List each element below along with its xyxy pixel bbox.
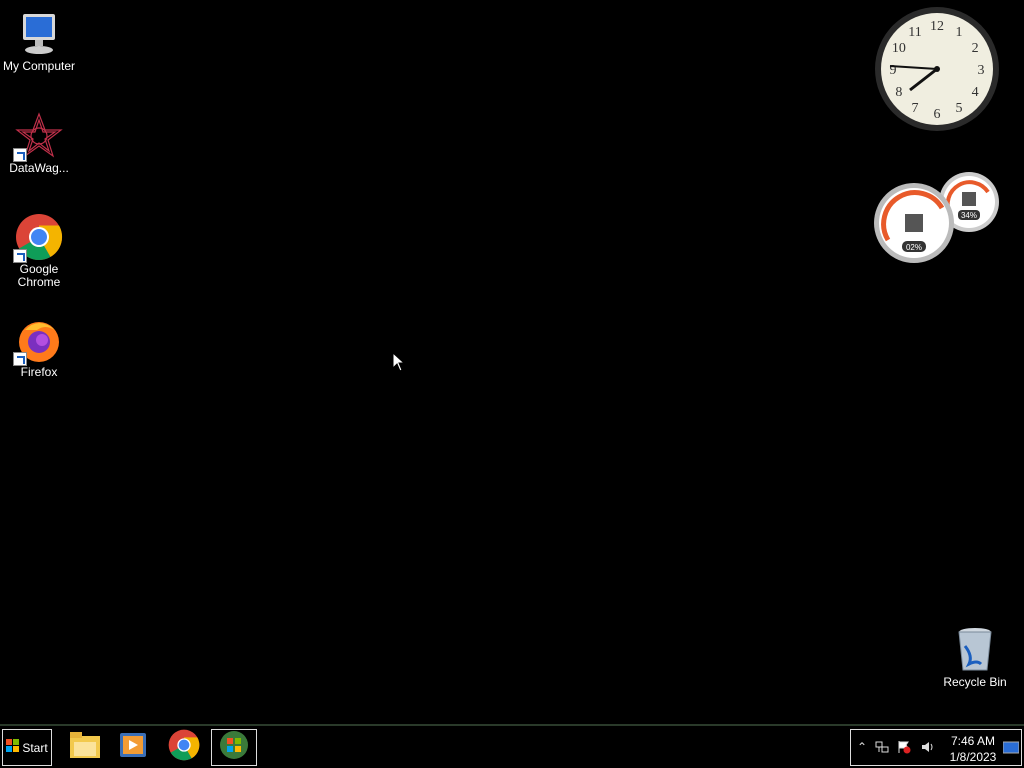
cpu-meter-gadget[interactable]: 34% 02% bbox=[872, 170, 1000, 266]
taskbar-chrome[interactable] bbox=[161, 729, 207, 766]
icon-label: DataWag... bbox=[9, 161, 69, 175]
datawag-icon bbox=[13, 112, 63, 162]
start-button[interactable]: Start bbox=[2, 729, 52, 766]
chrome-icon bbox=[13, 213, 63, 263]
clock-numeral: 10 bbox=[892, 41, 906, 56]
firefox-icon bbox=[13, 316, 63, 366]
windows-logo-icon bbox=[6, 739, 20, 756]
icon-label: My Computer bbox=[2, 59, 76, 73]
tray-time[interactable]: 7:46 AM bbox=[943, 734, 1003, 748]
taskbar-media-player[interactable] bbox=[110, 729, 156, 766]
clock-numeral: 6 bbox=[934, 107, 941, 122]
desktop-icon-google-chrome[interactable]: Google Chrome bbox=[0, 213, 78, 289]
shortcut-arrow-icon bbox=[13, 148, 27, 162]
tray-date[interactable]: 1/8/2023 bbox=[943, 750, 1003, 764]
volume-icon[interactable] bbox=[921, 740, 935, 757]
desktop-icon-datawag[interactable]: DataWag... bbox=[0, 112, 78, 175]
desktop-icon-firefox[interactable]: Firefox bbox=[0, 316, 78, 379]
desktop-icon-recycle-bin[interactable]: Recycle Bin bbox=[936, 626, 1014, 689]
cpu-percent: 02% bbox=[906, 243, 922, 252]
clock-numeral: 1 bbox=[956, 25, 963, 40]
show-desktop-icon[interactable] bbox=[1002, 741, 1020, 758]
icon-label: Recycle Bin bbox=[943, 675, 1007, 689]
clock-numeral: 2 bbox=[972, 41, 979, 56]
icon-label: Google Chrome bbox=[17, 262, 61, 289]
mouse-cursor-icon bbox=[392, 351, 406, 377]
shortcut-arrow-icon bbox=[13, 249, 27, 263]
clock-numeral: 8 bbox=[895, 85, 902, 100]
recycle-bin-icon bbox=[951, 626, 999, 674]
network-icon[interactable] bbox=[875, 740, 889, 757]
taskbar-file-explorer[interactable] bbox=[62, 729, 108, 766]
taskbar-windows-app[interactable] bbox=[211, 729, 257, 766]
shortcut-arrow-icon bbox=[13, 352, 27, 366]
clock-numeral: 4 bbox=[972, 85, 979, 100]
file-explorer-icon bbox=[68, 730, 102, 765]
windows-icon bbox=[219, 730, 249, 765]
clock-numeral: 3 bbox=[978, 63, 985, 78]
system-tray: ⌃ 7:46 AM 1/8/2023 bbox=[850, 729, 1022, 766]
clock-numeral: 11 bbox=[908, 25, 921, 40]
clock-numeral: 12 bbox=[930, 19, 944, 34]
show-hidden-icons-icon[interactable]: ⌃ bbox=[857, 740, 867, 754]
computer-icon bbox=[15, 10, 63, 58]
icon-label: Firefox bbox=[20, 365, 58, 379]
chrome-icon bbox=[168, 729, 200, 766]
action-center-flag-icon[interactable] bbox=[897, 740, 911, 757]
memory-percent: 34% bbox=[961, 211, 977, 220]
media-player-icon bbox=[118, 731, 148, 764]
clock-gadget[interactable]: 12 1 2 3 4 5 6 7 8 9 10 11 bbox=[874, 6, 1000, 132]
desktop-icon-my-computer[interactable]: My Computer bbox=[0, 10, 78, 73]
clock-numeral: 7 bbox=[912, 101, 919, 116]
taskbar: Start ⌃ 7:46 AM 1/8/2023 bbox=[0, 724, 1024, 768]
start-label: Start bbox=[22, 740, 48, 755]
clock-numeral: 5 bbox=[956, 101, 963, 116]
